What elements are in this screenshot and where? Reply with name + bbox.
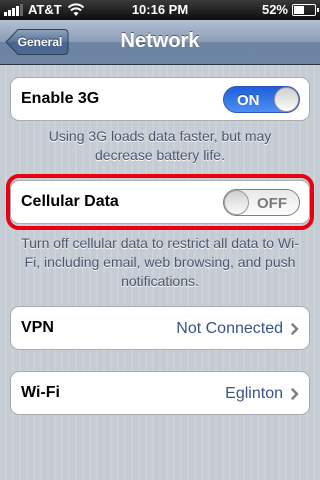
vpn-label: VPN bbox=[21, 319, 54, 336]
status-bar: AT&T 10:16 PM 52% bbox=[0, 0, 320, 20]
battery-percentage: 52% bbox=[261, 2, 288, 17]
battery-icon bbox=[292, 3, 319, 16]
battery-tip bbox=[317, 7, 319, 12]
enable-3g-footnote: Using 3G loads data faster, but may decr… bbox=[48, 128, 272, 163]
navigation-bar: General Network bbox=[0, 20, 320, 65]
enable-3g-label: Enable 3G bbox=[21, 90, 100, 107]
switch-knob bbox=[274, 87, 299, 112]
cellular-data-highlight bbox=[6, 174, 314, 230]
page-title: Network bbox=[120, 30, 200, 52]
wifi-label: Wi-Fi bbox=[21, 384, 60, 401]
status-right: 52% bbox=[261, 2, 319, 17]
vpn-status-value: Not Connected bbox=[176, 320, 283, 337]
wifi-network-value: Eglinton bbox=[225, 385, 283, 402]
enable-3g-row: Enable 3G ON bbox=[10, 77, 310, 121]
enable-3g-switch-state: ON bbox=[237, 92, 260, 109]
enable-3g-switch[interactable]: ON bbox=[223, 86, 300, 113]
vpn-row[interactable]: VPN Not Connected bbox=[10, 306, 310, 350]
chevron-right-icon bbox=[291, 323, 299, 335]
chevron-right-icon bbox=[291, 388, 299, 400]
wifi-row[interactable]: Wi-Fi Eglinton bbox=[10, 371, 310, 415]
cellular-data-footnote: Turn off cellular data to restrict all d… bbox=[21, 235, 299, 289]
battery-fill bbox=[294, 5, 305, 14]
